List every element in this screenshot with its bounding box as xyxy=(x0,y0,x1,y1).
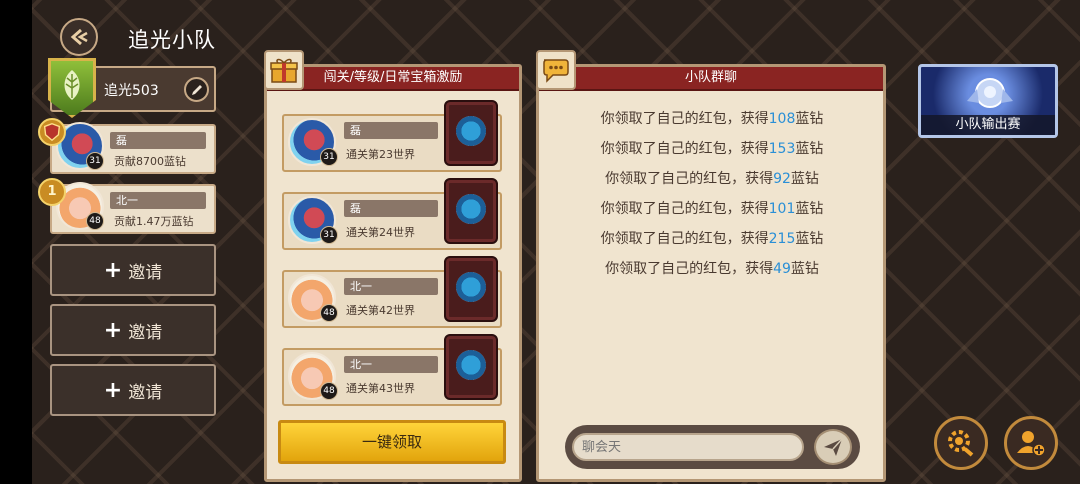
level-badge: 48 xyxy=(320,304,338,322)
chat-message: 你领取了自己的红包，获得108蓝钻 xyxy=(600,111,824,127)
edit-icon xyxy=(191,84,202,95)
member-contribution: 贡献8700蓝钻 xyxy=(114,155,186,168)
red-envelope[interactable] xyxy=(444,256,498,322)
chat-message: 你领取了自己的红包，获得49蓝钻 xyxy=(605,261,819,277)
reward-desc: 通关第24世界 xyxy=(346,226,415,239)
reward-desc: 通关第42世界 xyxy=(346,304,415,317)
level-badge: 48 xyxy=(86,212,104,230)
send-button[interactable] xyxy=(814,429,852,465)
reward-desc: 通关第43世界 xyxy=(346,382,415,395)
red-envelope[interactable] xyxy=(444,178,498,244)
settings-button[interactable] xyxy=(934,416,988,470)
reward-name: 北一 xyxy=(344,278,438,295)
invite-label: 邀请 xyxy=(128,382,163,403)
claim-all-button[interactable]: 一键领取 xyxy=(278,420,506,464)
seal-icon xyxy=(456,350,486,380)
leaf-icon xyxy=(64,70,80,100)
member-name: 北一 xyxy=(110,192,206,209)
level-badge: 31 xyxy=(86,152,104,170)
add-user-icon xyxy=(1017,431,1046,457)
gift-icon xyxy=(264,50,304,90)
gear-icon xyxy=(948,430,974,457)
page-title: 追光小队 xyxy=(128,28,216,52)
crown-emblem-icon xyxy=(967,78,1013,108)
chat-input[interactable] xyxy=(572,433,804,461)
rank-badge xyxy=(38,118,66,146)
member-contribution: 贡献1.47万蓝钻 xyxy=(114,215,194,228)
shield-icon xyxy=(43,123,61,142)
output-contest-label: 小队输出赛 xyxy=(921,115,1055,135)
level-badge: 48 xyxy=(320,382,338,400)
invite-button[interactable]: + 邀请 xyxy=(50,244,216,296)
chat-message: 你领取了自己的红包，获得92蓝钻 xyxy=(605,171,819,187)
level-badge: 31 xyxy=(320,226,338,244)
invite-button[interactable]: + 邀请 xyxy=(50,304,216,356)
add-friend-button[interactable] xyxy=(1004,416,1058,470)
reward-name: 磊 xyxy=(344,122,438,139)
reward-desc: 通关第23世界 xyxy=(346,148,415,161)
reward-panel-title: 闯关/等级/日常宝箱激励 xyxy=(267,67,519,91)
member-name: 磊 xyxy=(110,132,206,149)
invite-label: 邀请 xyxy=(128,322,163,343)
reward-name: 北一 xyxy=(344,356,438,373)
level-badge: 31 xyxy=(320,148,338,166)
edit-team-name-button[interactable] xyxy=(184,77,209,102)
seal-icon xyxy=(456,194,486,224)
plus-icon: + xyxy=(103,317,123,343)
plus-icon: + xyxy=(103,257,123,283)
send-icon xyxy=(824,438,843,456)
team-output-contest-card[interactable]: 小队输出赛 xyxy=(918,64,1058,138)
chat-message: 你领取了自己的红包，获得153蓝钻 xyxy=(600,141,824,157)
rank-badge: 1 xyxy=(38,178,66,206)
red-envelope[interactable] xyxy=(444,334,498,400)
plus-icon: + xyxy=(103,377,123,403)
red-envelope[interactable] xyxy=(444,100,498,166)
seal-icon xyxy=(456,272,486,302)
left-edge xyxy=(0,0,32,484)
back-button[interactable] xyxy=(60,18,98,56)
chat-message: 你领取了自己的红包，获得215蓝钻 xyxy=(600,231,824,247)
invite-button[interactable]: + 邀请 xyxy=(50,364,216,416)
chat-panel-title: 小队群聊 xyxy=(539,67,883,91)
invite-label: 邀请 xyxy=(128,262,163,283)
back-arrow-icon xyxy=(70,28,88,46)
chat-icon xyxy=(536,50,576,90)
team-name: 追光503 xyxy=(104,83,159,99)
chat-message: 你领取了自己的红包，获得101蓝钻 xyxy=(600,201,824,217)
seal-icon xyxy=(456,116,486,146)
reward-name: 磊 xyxy=(344,200,438,217)
